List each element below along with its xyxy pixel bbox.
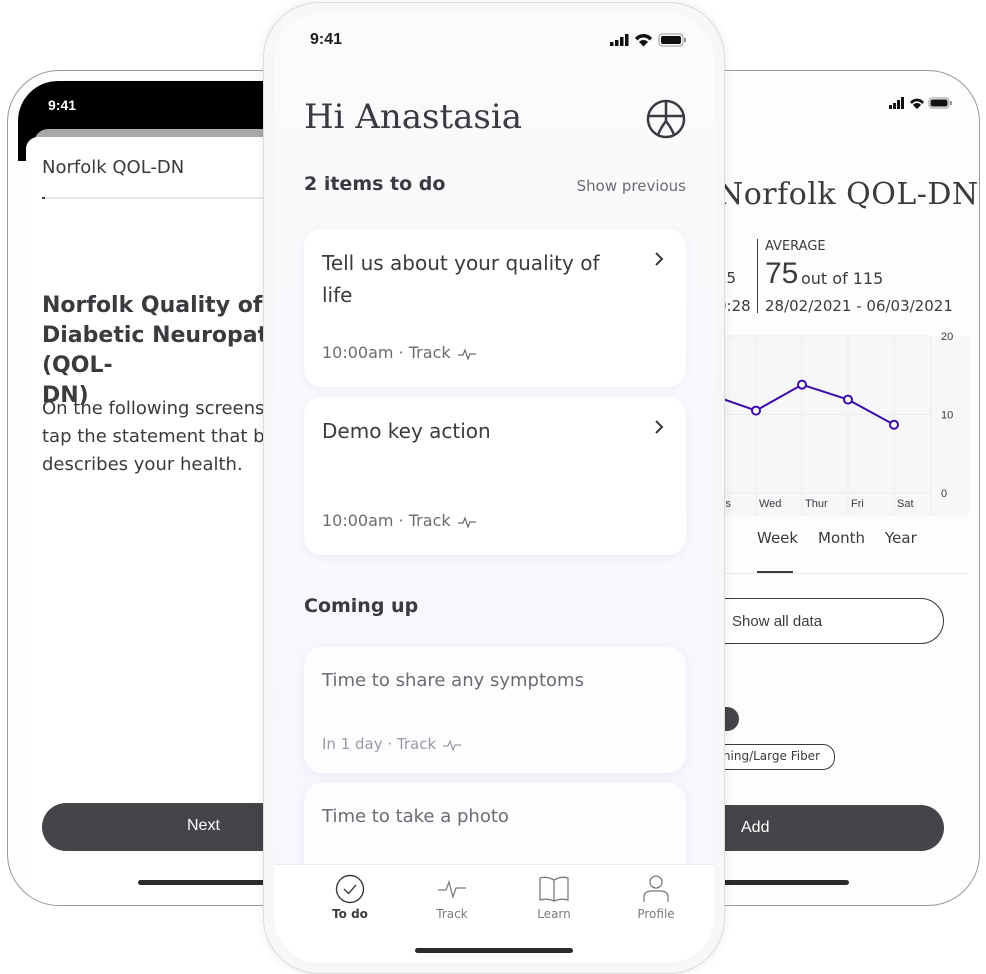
nav-profile-label: Profile bbox=[637, 907, 675, 921]
chevron-right-icon bbox=[655, 252, 664, 266]
status-icons bbox=[889, 97, 952, 109]
chart-point[interactable] bbox=[751, 405, 761, 416]
book-icon bbox=[539, 876, 569, 902]
stat-divider bbox=[757, 239, 758, 313]
status-time: 9:41 bbox=[310, 31, 343, 48]
todo-header: 2 items to do bbox=[304, 173, 446, 195]
person-icon bbox=[643, 875, 669, 902]
chart-point[interactable] bbox=[797, 379, 807, 390]
add-label: Add bbox=[741, 819, 770, 836]
nav-todo[interactable]: To do bbox=[310, 873, 390, 921]
wifi-icon bbox=[635, 33, 652, 47]
average-date-range: 28/02/2021 - 06/03/2021 bbox=[765, 297, 953, 315]
tab-month[interactable]: Month bbox=[818, 529, 865, 547]
todo-card-meta-text: 10:00am · Track bbox=[322, 511, 451, 530]
pulse-icon bbox=[438, 879, 466, 900]
coming-up-header: Coming up bbox=[304, 595, 419, 617]
signal-icon bbox=[610, 34, 629, 46]
todo-card-meta-text: 10:00am · Track bbox=[322, 343, 451, 362]
average-label: AVERAGE bbox=[765, 239, 826, 254]
todo-card[interactable]: Tell us about your quality of life 10:00… bbox=[304, 229, 686, 387]
todo-card-title: Tell us about your quality of life bbox=[322, 251, 600, 307]
home-phone: 9:41 Hi Anastasia 2 items to do Show pre… bbox=[263, 2, 725, 974]
battery-icon bbox=[928, 97, 952, 109]
pulse-icon bbox=[443, 738, 462, 751]
status-icons bbox=[610, 33, 686, 47]
nav-learn-label: Learn bbox=[537, 907, 571, 921]
todo-card-meta: 10:00am · Track bbox=[322, 343, 477, 362]
home-screen: 9:41 Hi Anastasia 2 items to do Show pre… bbox=[274, 13, 714, 963]
nav-track-label: Track bbox=[436, 907, 468, 921]
x-tick-label: Fri bbox=[851, 498, 864, 510]
questionnaire-title: Norfolk QOL-DN bbox=[42, 157, 185, 178]
chart-plot-area bbox=[701, 336, 969, 516]
show-all-label: Show all data bbox=[732, 613, 823, 630]
todo-card-title: Demo key action bbox=[322, 419, 491, 443]
x-tick-label: Sat bbox=[897, 498, 914, 510]
y-tick-label: 0 bbox=[941, 488, 947, 500]
home-indicator bbox=[415, 948, 573, 953]
nav-learn[interactable]: Learn bbox=[514, 873, 594, 921]
upcoming-card-meta: In 1 day · Track bbox=[322, 735, 462, 753]
upcoming-card[interactable]: Time to share any symptoms In 1 day · Tr… bbox=[304, 647, 686, 773]
upcoming-card-title: Time to share any symptoms bbox=[322, 670, 584, 691]
average-suffix: out of 115 bbox=[801, 269, 884, 288]
todo-card[interactable]: Demo key action 10:00am · Track bbox=[304, 397, 686, 555]
upcoming-card-meta-text: In 1 day · Track bbox=[322, 735, 437, 753]
battery-icon bbox=[658, 33, 686, 47]
results-title: Norfolk QOL-DN bbox=[717, 177, 979, 212]
chevron-right-icon bbox=[655, 420, 664, 434]
x-tick-label: Thur bbox=[805, 498, 828, 510]
tab-week[interactable]: Week bbox=[757, 529, 798, 547]
profile-logo-icon[interactable] bbox=[646, 99, 686, 139]
nav-todo-label: To do bbox=[332, 907, 368, 921]
x-tick-label: Wed bbox=[759, 498, 781, 510]
nav-track[interactable]: Track bbox=[412, 873, 492, 921]
pulse-icon bbox=[457, 347, 476, 360]
next-label: Next bbox=[187, 817, 220, 834]
chart-point[interactable] bbox=[889, 419, 899, 430]
check-circle-icon bbox=[335, 874, 365, 904]
chart-point[interactable] bbox=[843, 394, 853, 405]
show-previous-link[interactable]: Show previous bbox=[577, 177, 686, 195]
todo-card-meta: 10:00am · Track bbox=[322, 511, 477, 530]
greeting: Hi Anastasia bbox=[304, 97, 523, 137]
average-value: 75 bbox=[765, 257, 799, 290]
status-time: 9:41 bbox=[48, 97, 77, 113]
upcoming-card-title: Time to take a photo bbox=[322, 806, 509, 827]
y-tick-label: 20 bbox=[941, 331, 953, 343]
tab-year[interactable]: Year bbox=[885, 529, 917, 547]
pulse-icon bbox=[457, 515, 476, 528]
wifi-icon bbox=[910, 98, 924, 109]
signal-icon bbox=[889, 97, 904, 109]
progress-fill bbox=[42, 197, 45, 199]
y-tick-label: 10 bbox=[941, 410, 953, 422]
active-tab-indicator bbox=[757, 571, 793, 573]
nav-profile[interactable]: Profile bbox=[616, 873, 696, 921]
